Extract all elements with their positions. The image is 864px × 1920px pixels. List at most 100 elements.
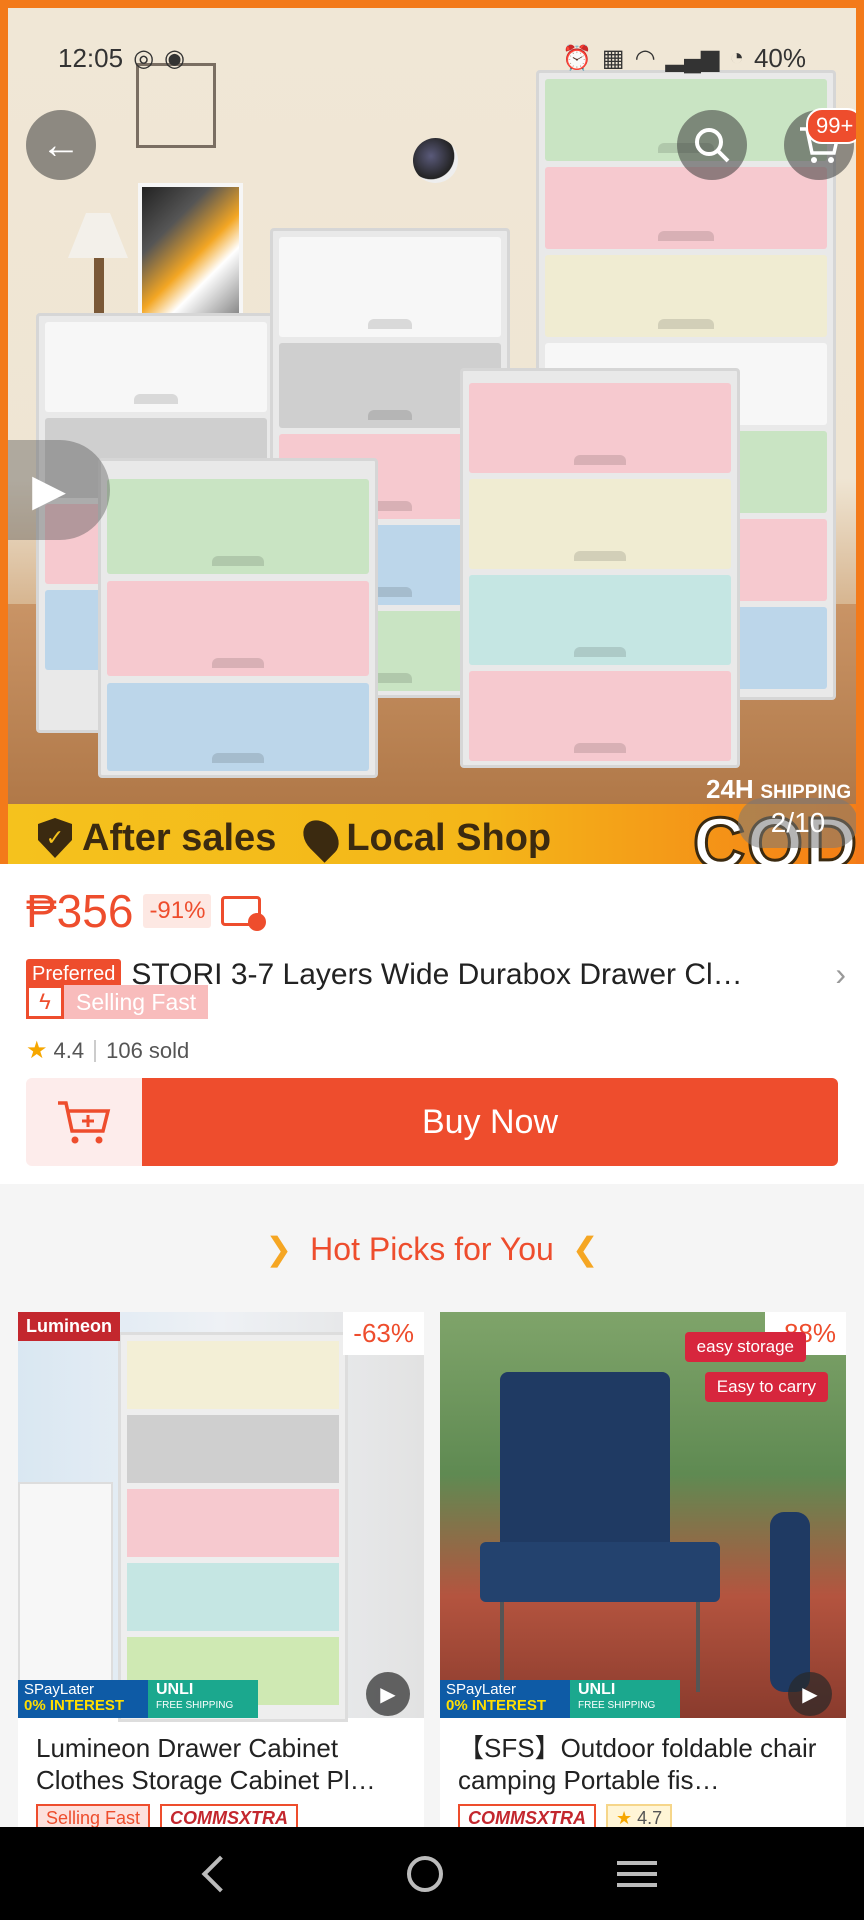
spaylater-label: SPayLater <box>446 1681 517 1698</box>
purchase-actions: Buy Now <box>26 1078 838 1166</box>
alarm-icon: ⏰ <box>562 44 592 72</box>
sold-count: 106 sold <box>106 1037 190 1063</box>
signal-icon: ▂▄▆ <box>665 44 720 72</box>
swirl-right-icon: ❮ <box>571 1231 599 1267</box>
drawer <box>107 581 369 676</box>
drawer <box>127 1489 339 1557</box>
lamp <box>68 213 128 258</box>
image-counter: 2/10 <box>738 798 856 848</box>
voucher-icon[interactable] <box>221 896 267 931</box>
drawer <box>469 383 731 473</box>
local-shop-badge: Local Shop <box>296 813 552 863</box>
promo-strip: SPayLater 0% INTEREST UNLI FREE SHIPPING <box>440 1680 846 1718</box>
wall-art <box>138 183 243 318</box>
battery-percent: 40% <box>753 42 806 73</box>
product-card-image <box>18 1312 424 1722</box>
product-card-title: Lumineon Drawer Cabinet Clothes Storage … <box>36 1733 376 1795</box>
brand-logo: Lumineon <box>18 1312 120 1341</box>
hot-picks-section: ❯ Hot Picks for You ❮ Lumineon -63% SPay… <box>0 1200 864 1832</box>
product-price: ₱356 <box>26 885 134 937</box>
lightning-icon: ϟ <box>26 985 64 1019</box>
spaylater-promo: SPayLater 0% INTEREST <box>440 1680 570 1718</box>
star-icon: ★ <box>26 1037 48 1064</box>
search-button[interactable] <box>677 110 747 180</box>
drawer <box>107 479 369 574</box>
unli-promo: UNLI FREE SHIPPING <box>148 1680 258 1718</box>
drawer <box>107 683 369 771</box>
cabinet <box>460 368 740 768</box>
buy-now-button[interactable]: Buy Now <box>142 1078 838 1166</box>
cabinet <box>118 1332 348 1722</box>
free-shipping-label: FREE SHIPPING <box>578 1700 656 1711</box>
app-status-icon: ◉ <box>164 44 185 72</box>
add-to-cart-icon <box>58 1101 111 1144</box>
chevron-right-icon: › <box>835 956 846 992</box>
nav-menu-icon[interactable] <box>617 1860 657 1887</box>
easy-carry-tag: Easy to carry <box>704 1372 828 1402</box>
spaylater-promo: SPayLater 0% INTEREST <box>18 1680 148 1718</box>
volte-icon: ▦ <box>601 44 625 72</box>
product-image-carousel[interactable]: 12:05 ◎ ◉ ⏰ ▦ ◠ ▂▄▆ ◔ 40% ← 99+ ▶ ✓ Afte… <box>0 0 864 864</box>
nav-home-icon[interactable] <box>407 1855 443 1892</box>
product-title: STORI 3-7 Layers Wide Durabox Drawer Cl… <box>131 957 743 991</box>
rating-value: 4.7 <box>637 1808 663 1828</box>
lamp-stem <box>94 258 104 318</box>
star-icon: ★ <box>616 1808 633 1828</box>
after-sales-badge: ✓ After sales <box>38 817 276 860</box>
drawer <box>127 1341 339 1409</box>
back-button[interactable]: ← <box>26 110 96 180</box>
local-shop-label: Local Shop <box>346 816 552 859</box>
drawer <box>127 1563 339 1631</box>
selling-fast-label: Selling Fast <box>64 985 209 1019</box>
nav-back-icon[interactable] <box>201 1855 239 1892</box>
product-card[interactable]: -88% easy storage Easy to carry SPayLate… <box>440 1312 846 1832</box>
chair-seat <box>480 1542 720 1602</box>
selling-fast-badge: ϟ Selling Fast <box>26 985 209 1019</box>
drawer <box>127 1415 339 1483</box>
spaylater-label: SPayLater <box>24 1681 95 1698</box>
swirl-left-icon: ❯ <box>265 1231 293 1267</box>
unli-label: UNLI <box>578 1681 616 1698</box>
drawer <box>279 237 501 337</box>
drawer <box>545 255 827 337</box>
product-card[interactable]: Lumineon -63% SPayLater 0% INTEREST UNLI… <box>18 1312 424 1832</box>
cabinet <box>98 458 378 778</box>
play-video-button[interactable]: ▶ <box>8 440 110 540</box>
divider <box>94 1039 97 1062</box>
play-video-icon[interactable]: ▶ <box>366 1672 410 1716</box>
shipping-hours: 24H <box>706 774 754 804</box>
battery-icon: ◔ <box>729 44 744 71</box>
discount-badge: -63% <box>343 1312 424 1355</box>
price-row: ₱356 -91% <box>26 884 267 938</box>
cart-count-badge: 99+ <box>806 108 856 144</box>
free-shipping-label: FREE SHIPPING <box>156 1700 234 1711</box>
drawer <box>545 167 827 249</box>
status-time: 12:05 <box>58 42 124 73</box>
chair-legs <box>500 1602 700 1692</box>
rating-value: 4.4 <box>53 1037 85 1063</box>
product-info: ₱356 -91% Preferred STORI 3-7 Layers Wid… <box>0 864 864 1184</box>
search-icon <box>695 128 730 163</box>
location-pin-icon <box>296 813 347 863</box>
screen: 12:05 ◎ ◉ ⏰ ▦ ◠ ▂▄▆ ◔ 40% ← 99+ ▶ ✓ Afte… <box>0 0 864 1920</box>
system-nav-bar <box>0 1827 864 1920</box>
astronaut-figure <box>413 138 458 183</box>
interest-label: 0% INTEREST <box>24 1697 125 1714</box>
notification-icon: ◎ <box>133 44 155 72</box>
play-video-icon[interactable]: ▶ <box>788 1672 832 1716</box>
hot-picks-title: Hot Picks for You <box>310 1230 554 1267</box>
drawer <box>469 671 731 761</box>
status-bar: 12:05 ◎ ◉ ⏰ ▦ ◠ ▂▄▆ ◔ 40% <box>58 40 806 76</box>
add-to-cart-button[interactable] <box>26 1078 142 1166</box>
storage-bag <box>770 1512 810 1692</box>
discount-badge: -91% <box>143 894 212 928</box>
play-icon: ▶ <box>32 465 66 515</box>
promo-strip: SPayLater 0% INTEREST UNLI FREE SHIPPING <box>18 1680 424 1718</box>
hot-picks-header: ❯ Hot Picks for You ❮ <box>0 1230 864 1268</box>
wifi-icon: ◠ <box>634 44 656 72</box>
easy-storage-tag: easy storage <box>684 1332 806 1362</box>
unli-label: UNLI <box>156 1681 194 1698</box>
drawer <box>469 479 731 569</box>
drawer <box>45 322 267 412</box>
product-card-title: 【SFS】Outdoor foldable chair camping Port… <box>458 1733 817 1795</box>
